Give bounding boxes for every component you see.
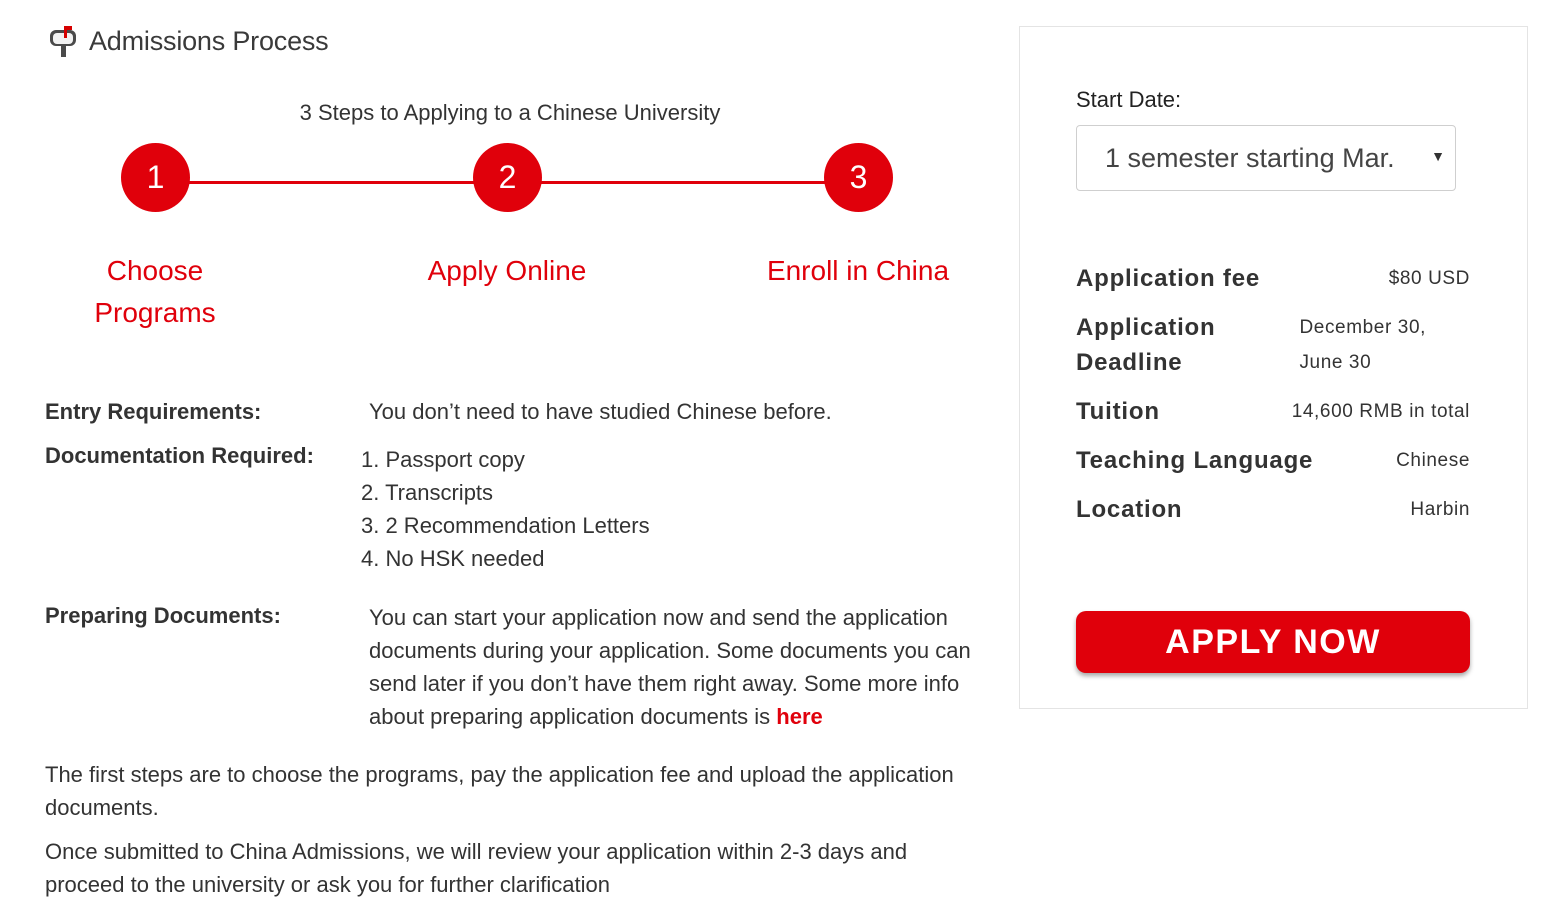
preparing-documents-link[interactable]: here bbox=[776, 704, 822, 729]
deadline-value-line2: June 30 bbox=[1299, 352, 1372, 373]
deadline-label: Application Deadline bbox=[1076, 310, 1215, 380]
preparing-documents-label: Preparing Documents: bbox=[45, 603, 281, 628]
application-sidebar: Start Date: 1 semester starting Mar. ▼ A… bbox=[1019, 26, 1528, 709]
step-2-circle: 2 bbox=[473, 143, 542, 212]
step-2-label: Apply Online bbox=[427, 255, 587, 286]
start-date-label: Start Date: bbox=[1076, 87, 1182, 112]
step-1-circle: 1 bbox=[121, 143, 190, 212]
list-item: 4. No HSK needed bbox=[361, 546, 545, 571]
tuition-label: Tuition bbox=[1076, 398, 1160, 425]
list-item: 3. 2 Recommendation Letters bbox=[361, 513, 650, 538]
entry-requirements-value: You don’t need to have studied Chinese b… bbox=[369, 399, 832, 424]
application-fee-value: $80 USD bbox=[1388, 268, 1470, 289]
preparing-documents-text: You can start your application now and s… bbox=[369, 601, 979, 733]
location-label: Location bbox=[1076, 496, 1183, 523]
entry-requirements-label: Entry Requirements: bbox=[45, 399, 262, 424]
location-value: Harbin bbox=[1410, 499, 1470, 520]
step-3-circle: 3 bbox=[824, 143, 893, 212]
list-item: 2. Transcripts bbox=[361, 480, 494, 505]
documentation-list: 1. Passport copy 2. Transcripts 3. 2 Rec… bbox=[361, 443, 650, 575]
chevron-down-icon: ▼ bbox=[1431, 148, 1445, 164]
teaching-language-value: Chinese bbox=[1396, 450, 1470, 471]
deadline-value-line1: December 30, bbox=[1299, 317, 1426, 338]
start-date-selected-value: 1 semester starting Mar. bbox=[1105, 142, 1395, 173]
application-fee-label: Application fee bbox=[1076, 265, 1261, 292]
deadline-label-line1: Application bbox=[1076, 314, 1216, 341]
step-1-label-line2: Programs bbox=[94, 297, 216, 328]
start-date-select[interactable]: 1 semester starting Mar. ▼ bbox=[1076, 125, 1456, 191]
page-title: Admissions Process bbox=[89, 25, 329, 56]
first-steps-paragraph: The first steps are to choose the progra… bbox=[45, 762, 954, 820]
apply-now-button[interactable]: APPLY NOW bbox=[1076, 611, 1470, 673]
mailbox-icon bbox=[50, 26, 76, 57]
deadline-label-line2: Deadline bbox=[1076, 349, 1183, 376]
teaching-language-label: Teaching Language bbox=[1076, 447, 1314, 474]
section-header: Admissions Process bbox=[47, 24, 329, 58]
step-1-label-line1: Choose bbox=[106, 255, 204, 286]
documentation-required-label: Documentation Required: bbox=[45, 443, 314, 468]
step-1-label: Choose Programs bbox=[25, 250, 285, 334]
review-paragraph: Once submitted to China Admissions, we w… bbox=[45, 839, 908, 897]
step-3-label: Enroll in China bbox=[766, 255, 950, 286]
steps-heading: 3 Steps to Applying to a Chinese Univers… bbox=[299, 100, 721, 125]
deadline-value: December 30, June 30 bbox=[1299, 310, 1426, 380]
list-item: 1. Passport copy bbox=[361, 447, 525, 472]
tuition-value: 14,600 RMB in total bbox=[1291, 401, 1470, 422]
preparing-documents-body: You can start your application now and s… bbox=[369, 605, 971, 729]
